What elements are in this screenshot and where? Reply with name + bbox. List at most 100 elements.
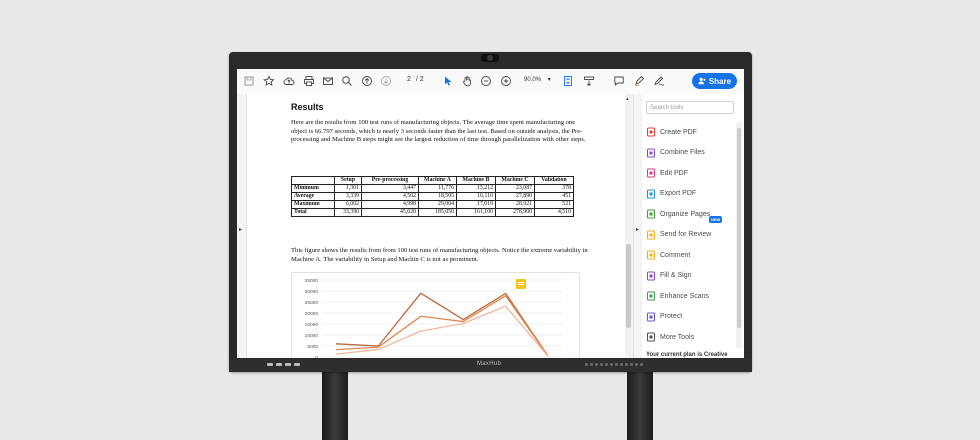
- chart-canvas: 05000100001500020000250003000035000Setup…: [305, 278, 562, 358]
- table-header: Machine A: [418, 176, 457, 185]
- table-cell: 45,020: [361, 208, 419, 217]
- tool-fill-sign[interactable]: Fill & Sign: [646, 269, 692, 283]
- tool-protect[interactable]: Protect: [646, 310, 682, 324]
- scroll-up-icon[interactable]: ▴: [626, 96, 629, 102]
- line-chart[interactable]: 05000100001500020000250003000035000Setup…: [291, 272, 580, 358]
- table-cell: 278,900: [495, 208, 535, 217]
- zoom-select[interactable]: 90.0% ▾: [524, 76, 551, 83]
- left-panel-toggle[interactable]: ▸: [237, 94, 247, 358]
- zoom-level: 90.0%: [524, 77, 542, 83]
- search-icon[interactable]: [341, 75, 353, 87]
- user-add-icon: [698, 77, 706, 85]
- table-row: Total 33,390 45,020 185,050 161,100 278,…: [291, 208, 574, 217]
- tools-scrollbar[interactable]: [736, 122, 742, 348]
- enhance-scans-icon: [646, 291, 656, 301]
- tool-label: Organize Pages: [660, 210, 711, 218]
- interactive-display: 2 / 2 90.0% ▾ Share ▸ Results Here are t…: [229, 52, 752, 372]
- paragraph-figure: This figure shows the results from from …: [291, 247, 588, 263]
- table-header: Validation: [534, 176, 574, 185]
- share-button[interactable]: Share: [692, 73, 737, 89]
- next-page-icon[interactable]: [380, 75, 392, 87]
- tool-more-tools[interactable]: More Tools: [646, 330, 694, 344]
- comment-icon[interactable]: [613, 75, 625, 87]
- tool-label: Export PDF: [660, 190, 697, 197]
- hand-tool-icon[interactable]: [461, 75, 473, 87]
- scrollbar-thumb[interactable]: [737, 128, 741, 328]
- combine-files-icon: [646, 147, 656, 158]
- tool-organize-pages[interactable]: Organize Pages: [646, 207, 710, 221]
- table-cell: 17,019: [456, 200, 496, 209]
- cloud-upload-icon[interactable]: [283, 75, 295, 87]
- page-indicator[interactable]: 2 / 2: [404, 76, 424, 83]
- table-header: Setup: [334, 176, 362, 185]
- table-row: Maximum 6,002 4,998 29,004 17,019 28,921…: [291, 200, 574, 209]
- table-cell: 4,510: [534, 208, 574, 217]
- document-scrollbar[interactable]: ▴: [625, 94, 633, 358]
- tool-edit-pdf[interactable]: Edit PDF: [646, 166, 688, 180]
- scroll-mode-icon[interactable]: [583, 75, 595, 87]
- section-heading: Results: [291, 102, 324, 112]
- display-stand-right: [627, 362, 653, 440]
- tool-export-pdf[interactable]: Export PDF: [646, 187, 696, 201]
- zoom-out-icon[interactable]: [480, 75, 492, 87]
- table-header-row: Setup Pre-processing Machine A Machine B…: [291, 176, 574, 185]
- tool-label: Enhance Scans: [660, 292, 710, 300]
- table-cell: 451: [534, 192, 574, 201]
- tool-enhance-scans[interactable]: Enhance Scans: [646, 289, 709, 303]
- new-badge: NEW: [709, 216, 723, 223]
- y-tick-label: 5000: [307, 344, 318, 350]
- paragraph-results: Here are the results from 100 test runs …: [291, 119, 586, 144]
- table-header: Machine B: [456, 176, 496, 185]
- tool-combine-files[interactable]: Combine Files: [646, 146, 705, 160]
- table-cell: 29,004: [418, 200, 457, 209]
- share-label: Share: [708, 76, 732, 86]
- display-stand-left: [322, 362, 348, 440]
- table-cell: Total: [291, 208, 335, 217]
- table-cell: 3,447: [361, 184, 419, 193]
- y-tick-label: 35000: [305, 278, 319, 284]
- table-row: Average 3,339 4,502 18,505 16,110 27,890…: [291, 192, 574, 201]
- tool-label: Create PDF: [660, 128, 697, 136]
- tool-create-pdf[interactable]: Create PDF: [646, 125, 697, 139]
- page-current[interactable]: 2: [404, 76, 414, 83]
- results-table: Setup Pre-processing Machine A Machine B…: [291, 176, 574, 217]
- previous-page-icon[interactable]: [361, 75, 373, 87]
- bookmark-star-icon[interactable]: [263, 75, 275, 87]
- sticky-note-icon[interactable]: [516, 279, 526, 289]
- print-icon[interactable]: [303, 75, 315, 87]
- tool-label: Edit PDF: [660, 169, 689, 177]
- export-pdf-icon: [646, 188, 656, 199]
- y-tick-label: 0: [315, 355, 318, 358]
- table-cell: Minimum: [291, 184, 335, 193]
- edit-pdf-icon: [646, 168, 656, 178]
- table-cell: 3,339: [334, 192, 362, 201]
- sign-icon[interactable]: [653, 75, 665, 87]
- y-tick-label: 20000: [305, 311, 319, 317]
- save-icon[interactable]: [243, 75, 255, 87]
- table-cell: 11,776: [418, 184, 457, 193]
- plan-notice: Your current plan is Creative: [646, 352, 728, 358]
- email-icon[interactable]: [322, 75, 334, 87]
- zoom-in-icon[interactable]: [500, 75, 512, 87]
- table-header: Pre-processing: [361, 176, 419, 185]
- table-cell: 4,502: [361, 192, 419, 201]
- highlight-pen-icon[interactable]: [633, 75, 645, 87]
- tool-send-for-review[interactable]: Send for Review: [646, 228, 711, 242]
- tool-label: Send for Review: [660, 231, 712, 238]
- organize-pages-icon: [646, 209, 656, 219]
- table-cell: 27,890: [495, 192, 535, 201]
- table-cell: 161,100: [456, 208, 496, 217]
- chevron-right-icon: ▸: [239, 227, 243, 233]
- search-tools-input[interactable]: Search tools: [646, 101, 734, 114]
- tools-panel: Search tools Create PDF Combine Files Edit…: [642, 94, 744, 358]
- fill-sign-icon: [646, 270, 656, 281]
- comment-icon: [646, 250, 656, 260]
- scrollbar-thumb[interactable]: [626, 244, 631, 328]
- tool-comment[interactable]: Comment: [646, 248, 690, 262]
- page-fit-icon[interactable]: [562, 75, 574, 87]
- table-cell: 4,998: [361, 200, 419, 209]
- tool-label: Comment: [660, 251, 691, 259]
- table-cell: 15,212: [456, 184, 496, 193]
- select-cursor-icon[interactable]: [442, 75, 454, 87]
- table-cell: 23,087: [495, 184, 535, 193]
